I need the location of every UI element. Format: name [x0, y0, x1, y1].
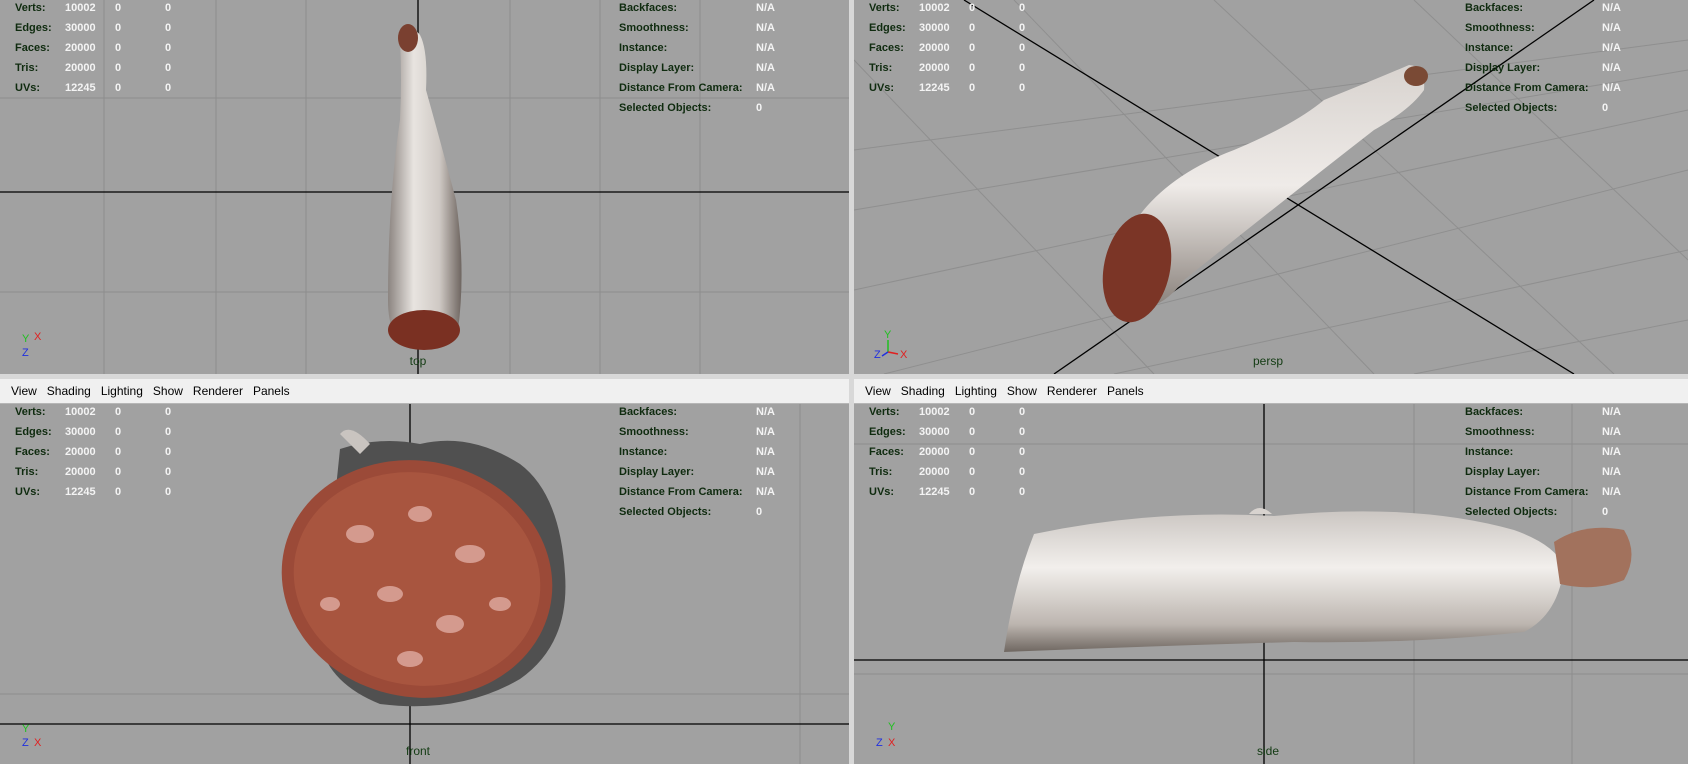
panel-divider-vertical[interactable]: [849, 0, 854, 764]
camera-label-persp: persp: [1252, 354, 1284, 368]
svg-text:Y: Y: [22, 723, 30, 735]
menu-lighting[interactable]: Lighting: [96, 384, 148, 398]
svg-text:X: X: [888, 737, 896, 749]
menu-renderer[interactable]: Renderer: [188, 384, 248, 398]
menu-panels[interactable]: Panels: [1102, 384, 1149, 398]
menu-view[interactable]: View: [6, 384, 42, 398]
hud-poly-count: Verts: 10002 0 0 Edges: 30000 0 0 Faces: 20000 0…: [15, 406, 172, 498]
hud-object-details: Backfaces: N/A Smoothness: N/A Instance: N/…: [619, 406, 775, 518]
svg-text:X: X: [34, 331, 42, 343]
camera-label-front: front: [405, 744, 431, 758]
axis-gizmo-persp: Y X Z: [874, 329, 908, 361]
viewport-side[interactable]: Verts: 10002 0 0 Edges: 30000 0 0 Faces: 20000 0…: [854, 404, 1688, 764]
menu-lighting[interactable]: Lighting: [950, 384, 1002, 398]
hud-object-details: Backfaces: N/A Smoothness: N/A Instance: N/…: [619, 2, 775, 114]
svg-text:X: X: [900, 349, 908, 361]
axis-gizmo-top: Y X Z: [22, 331, 42, 359]
svg-text:Y: Y: [884, 329, 892, 341]
svg-text:X: X: [34, 737, 42, 749]
menu-view[interactable]: View: [860, 384, 896, 398]
axis-gizmo-side: Y Z X: [876, 721, 896, 749]
menu-shading[interactable]: Shading: [896, 384, 950, 398]
hud-object-details: Backfaces: N/A Smoothness: N/A Instance: N/…: [1465, 2, 1621, 114]
menu-show[interactable]: Show: [148, 384, 188, 398]
viewport-persp[interactable]: Verts: 10002 0 0 Edges: 30000 0 0 Faces: 20000 0…: [854, 0, 1688, 374]
svg-text:Z: Z: [22, 347, 29, 359]
viewport-front[interactable]: Verts: 10002 0 0 Edges: 30000 0 0 Faces: 20000 0…: [0, 404, 849, 764]
camera-label-side: side: [1256, 744, 1280, 758]
viewport-panel-top[interactable]: Verts: 10002 0 0 Edges: 30000 0 0 Faces: 20000 0…: [0, 0, 849, 374]
hud-poly-count: Verts: 10002 0 0 Edges: 30000 0 0 Faces: 20000 0…: [869, 2, 1026, 94]
hud-object-details: Backfaces: N/A Smoothness: N/A Instance: N/…: [1465, 406, 1621, 518]
viewport-panel-persp[interactable]: Verts: 10002 0 0 Edges: 30000 0 0 Faces: 20000 0…: [854, 0, 1688, 374]
svg-text:Y: Y: [888, 721, 896, 733]
svg-text:Z: Z: [22, 737, 29, 749]
viewport-top[interactable]: Verts: 10002 0 0 Edges: 30000 0 0 Faces: 20000 0…: [0, 0, 849, 374]
viewport-panel-front[interactable]: View Shading Lighting Show Renderer Pane…: [0, 379, 849, 764]
menu-renderer[interactable]: Renderer: [1042, 384, 1102, 398]
viewport-panel-side[interactable]: View Shading Lighting Show Renderer Pane…: [854, 379, 1688, 764]
menu-panels[interactable]: Panels: [248, 384, 295, 398]
panel-menubar: View Shading Lighting Show Renderer Pane…: [0, 379, 849, 404]
hud-poly-count: Verts: 10002 0 0 Edges: 30000 0 0 Faces: 20000 0…: [15, 2, 172, 94]
panel-divider-horizontal[interactable]: [0, 374, 1688, 379]
panel-menubar: View Shading Lighting Show Renderer Pane…: [854, 379, 1688, 404]
camera-label-top: top: [409, 354, 427, 368]
menu-shading[interactable]: Shading: [42, 384, 96, 398]
hud-poly-count: Verts: 10002 0 0 Edges: 30000 0 0 Faces: 20000 0…: [869, 406, 1026, 498]
svg-text:Y: Y: [22, 333, 30, 345]
svg-text:Z: Z: [874, 349, 881, 361]
menu-show[interactable]: Show: [1002, 384, 1042, 398]
axis-gizmo-front: Y Z X: [22, 723, 42, 749]
svg-text:Z: Z: [876, 737, 883, 749]
